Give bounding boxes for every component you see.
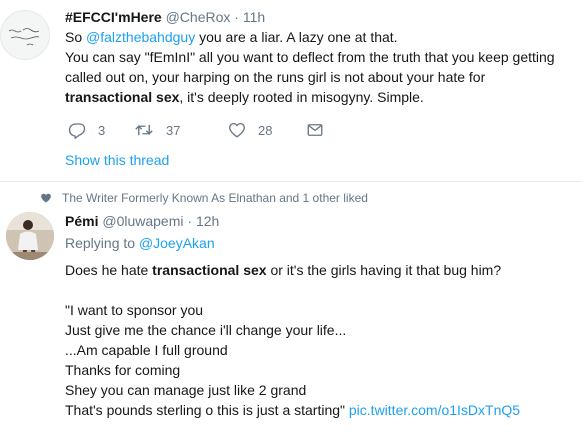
- separator-dot: ·: [187, 213, 193, 229]
- direct-message-button[interactable]: [306, 120, 324, 140]
- text-line: Thanks for coming: [65, 362, 181, 378]
- replying-to: Replying to @JoeyAkan: [65, 234, 215, 252]
- text-segment: or it's the girls having it that bug him…: [266, 262, 502, 278]
- text-segment: Does he hate: [65, 262, 153, 278]
- text-segment: you are a liar. A lazy one at that.: [195, 29, 398, 45]
- display-name[interactable]: Pémi: [65, 213, 98, 229]
- tweet-header: #EFCCI'mHere @CheRox · 11h: [65, 8, 265, 26]
- reply-count: 3: [98, 122, 106, 138]
- mention-link[interactable]: @falzthebahdguy: [86, 29, 195, 45]
- retweet-icon: [135, 124, 153, 136]
- text-line: called out on, your harping on the runs …: [65, 69, 486, 85]
- highlighted-term: transactional sex: [65, 89, 180, 105]
- avatar[interactable]: [0, 10, 50, 60]
- person-photo-avatar: [6, 212, 54, 260]
- like-count: 28: [258, 122, 273, 138]
- show-thread-link[interactable]: Show this thread: [65, 151, 169, 169]
- retweet-button[interactable]: 37: [134, 120, 180, 140]
- text-segment: That's pounds sterling o this is just a …: [65, 402, 349, 418]
- text-line: ...Am capable I full ground: [65, 342, 228, 358]
- retweet-count: 37: [166, 122, 181, 138]
- tweet-text: Does he hate transactional sex or it's t…: [65, 260, 570, 420]
- avatar[interactable]: [6, 212, 54, 260]
- text-line: Just give me the chance i'll change your…: [65, 322, 347, 338]
- tweet-header: Pémi @0luwapemi · 12h: [65, 212, 219, 230]
- timestamp[interactable]: 11h: [243, 9, 265, 25]
- text-segment: So: [65, 29, 87, 45]
- heart-icon: [229, 122, 245, 138]
- separator-dot: ·: [234, 9, 239, 25]
- display-name[interactable]: #EFCCI'mHere: [65, 9, 162, 25]
- tweet-card-pemi[interactable]: The Writer Formerly Known As Elnathan an…: [0, 181, 581, 433]
- tweet-card-cherox[interactable]: #EFCCI'mHere @CheRox · 11h So @falztheba…: [0, 0, 581, 181]
- handwritten-note-avatar: [1, 11, 49, 59]
- text-segment: , it's deeply rooted in misogyny. Simple…: [179, 89, 424, 105]
- heart-icon: [41, 193, 51, 203]
- liked-by-text[interactable]: The Writer Formerly Known As Elnathan an…: [62, 191, 368, 205]
- like-button[interactable]: 28: [228, 120, 272, 140]
- text-line: "I want to sponsor you: [65, 302, 204, 318]
- reply-button[interactable]: 3: [68, 120, 105, 140]
- mention-link[interactable]: @JoeyAkan: [139, 235, 215, 251]
- text-line: You can say "fEmInI" all you want to def…: [65, 49, 555, 65]
- social-context: The Writer Formerly Known As Elnathan an…: [40, 190, 368, 206]
- tweet-actions: 3 37 28: [68, 120, 368, 140]
- timestamp[interactable]: 12h: [196, 213, 219, 229]
- envelope-icon: [307, 124, 323, 136]
- reply-icon: [68, 123, 86, 139]
- user-handle[interactable]: @CheRox: [166, 9, 231, 25]
- text-line: Shey you can manage just like 2 grand: [65, 382, 307, 398]
- media-link[interactable]: pic.twitter.com/o1IsDxTnQ5: [349, 402, 520, 418]
- user-handle[interactable]: @0luwapemi: [102, 213, 183, 229]
- tweet-text: So @falzthebahdguy you are a liar. A laz…: [65, 27, 570, 107]
- replying-to-label: Replying to: [65, 235, 139, 251]
- highlighted-term: transactional sex: [152, 262, 267, 278]
